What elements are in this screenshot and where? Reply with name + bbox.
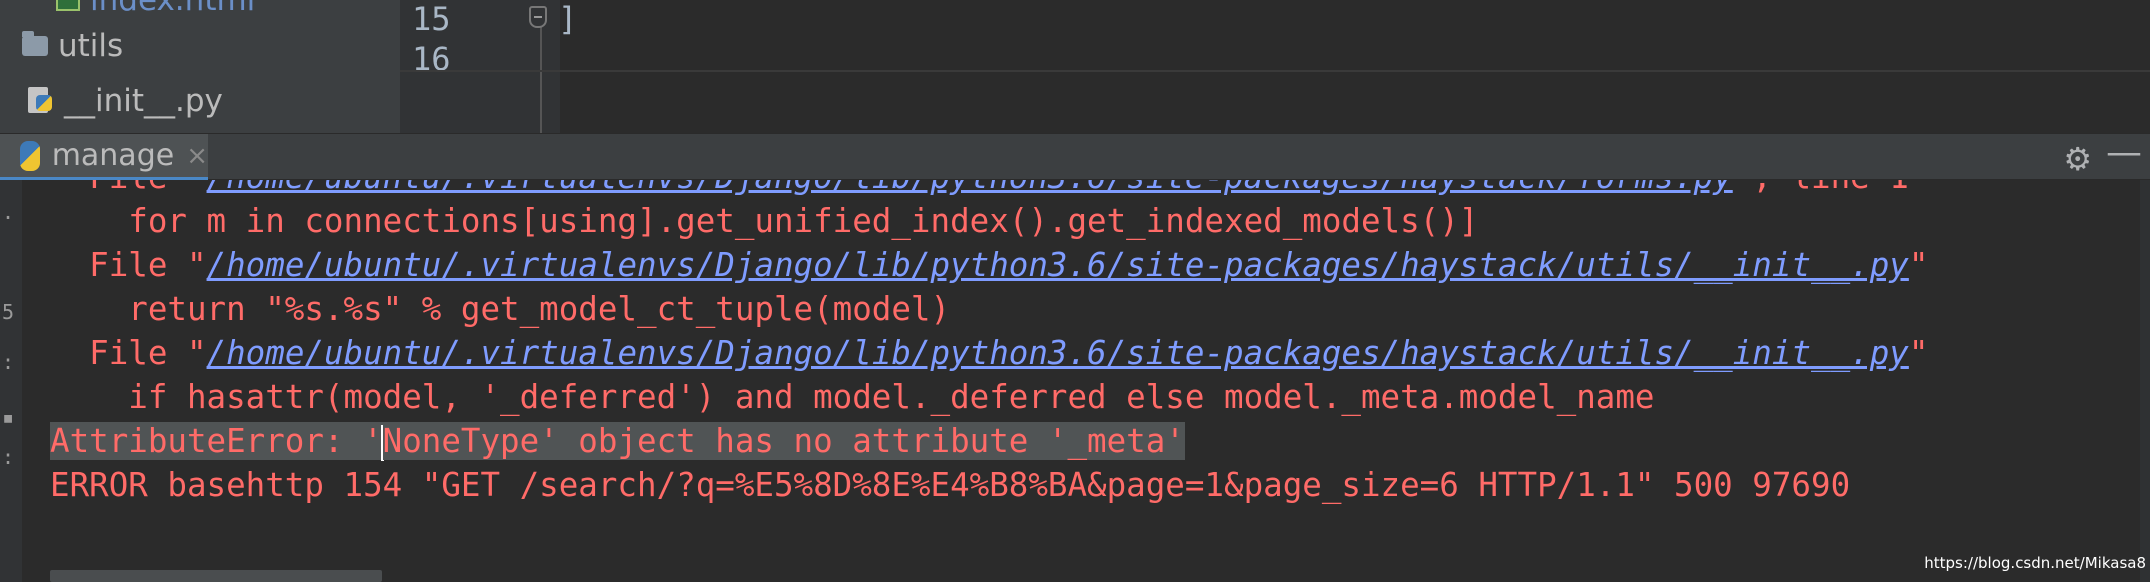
fold-icon[interactable] bbox=[529, 6, 547, 28]
console-text: " bbox=[1908, 246, 1929, 284]
console-text: ", line 1 bbox=[1733, 180, 1909, 196]
editor-gutter: 15 16 bbox=[400, 0, 560, 133]
python-file-icon bbox=[28, 87, 54, 115]
html-file-icon bbox=[56, 0, 80, 11]
project-tree-panel: index.html utils __init__.py bbox=[0, 0, 400, 133]
minimize-icon[interactable]: — bbox=[2106, 132, 2142, 173]
console-text: " bbox=[1908, 334, 1929, 372]
file-path-link[interactable]: /home/ubuntu/.virtualenvs/Django/lib/pyt… bbox=[207, 334, 1909, 372]
console-line: File "/home/ubuntu/.virtualenvs/Django/l… bbox=[50, 246, 1928, 284]
project-item-label: __init__.py bbox=[64, 83, 223, 119]
console-line: for m in connections[using].get_unified_… bbox=[50, 202, 1479, 240]
code-editor[interactable]: 15 16 ] bbox=[400, 0, 2150, 133]
project-item-init-py[interactable]: __init__.py bbox=[28, 77, 223, 125]
gutter-marker: : bbox=[2, 350, 15, 374]
console-line: File "/home/ubuntu/.virtualenvs/Django/l… bbox=[50, 180, 1909, 196]
console-text: File " bbox=[50, 334, 207, 372]
console-line: if hasattr(model, '_deferred') and model… bbox=[50, 378, 1655, 416]
horizontal-scrollbar-thumb[interactable] bbox=[50, 570, 382, 582]
run-tool-window-header: manage × ⚙ — bbox=[0, 132, 2150, 180]
project-item-label: utils bbox=[58, 28, 124, 64]
editor-divider bbox=[400, 70, 2150, 72]
project-item-utils[interactable]: utils bbox=[22, 22, 123, 70]
console-log-line: ERROR basehttp 154 "GET /search/?q=%E5%8… bbox=[50, 466, 1851, 504]
project-item-label: index.html bbox=[90, 0, 256, 18]
console-line: return "%s.%s" % get_model_ct_tuple(mode… bbox=[50, 290, 951, 328]
watermark: https://blog.csdn.net/Mikasa8 bbox=[1924, 554, 2146, 572]
close-icon[interactable]: × bbox=[186, 141, 208, 171]
vertical-scrollbar[interactable] bbox=[2140, 180, 2150, 582]
console-line: File "/home/ubuntu/.virtualenvs/Django/l… bbox=[50, 334, 1928, 372]
console-text: File " bbox=[50, 246, 207, 284]
run-tab-manage[interactable]: manage × bbox=[0, 134, 208, 180]
selected-text: NoneType' object has no attribute '_meta… bbox=[382, 422, 1185, 460]
run-tab-label: manage bbox=[51, 138, 175, 173]
gutter-marker: ▪ bbox=[2, 405, 15, 429]
top-area: index.html utils __init__.py 15 16 ] bbox=[0, 0, 2150, 133]
code-line-15[interactable]: ] bbox=[558, 0, 577, 38]
selected-text: AttributeError: ' bbox=[50, 422, 383, 460]
run-console-output[interactable]: . 5 : ▪ : File "/home/ubuntu/.virtualenv… bbox=[0, 180, 2150, 582]
gear-icon[interactable]: ⚙ bbox=[2063, 140, 2092, 178]
file-path-link[interactable]: /home/ubuntu/.virtualenvs/Django/lib/pyt… bbox=[207, 180, 1733, 196]
fold-guide bbox=[540, 24, 542, 133]
project-item-index-html[interactable]: index.html bbox=[56, 0, 255, 24]
folder-icon bbox=[22, 31, 48, 56]
file-path-link[interactable]: /home/ubuntu/.virtualenvs/Django/lib/pyt… bbox=[207, 246, 1909, 284]
line-number: 16 bbox=[412, 40, 451, 78]
console-error-line[interactable]: AttributeError: 'NoneType' object has no… bbox=[50, 422, 1185, 461]
python-icon bbox=[20, 140, 40, 171]
console-gutter: . 5 : ▪ : bbox=[0, 180, 22, 582]
gutter-marker: : bbox=[2, 445, 15, 469]
gutter-marker: 5 bbox=[2, 300, 15, 324]
gutter-marker: . bbox=[2, 200, 15, 224]
console-text: File " bbox=[50, 180, 206, 196]
line-number: 15 bbox=[412, 0, 451, 38]
